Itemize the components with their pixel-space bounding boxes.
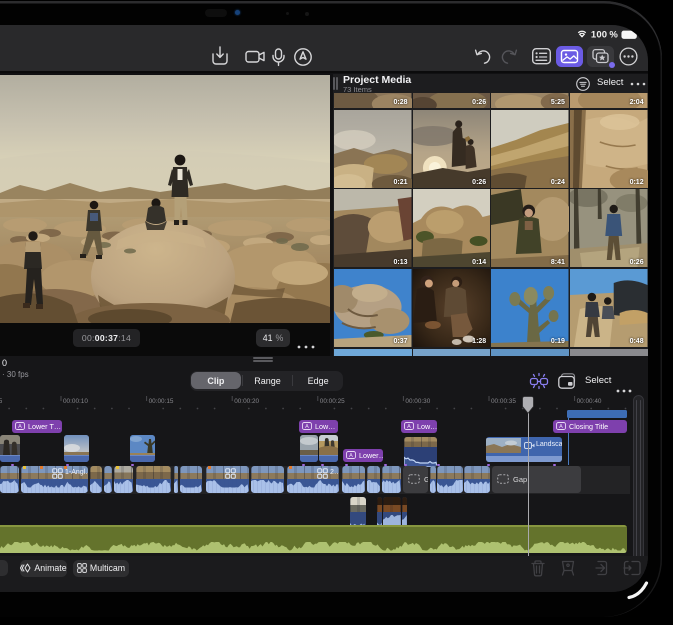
svg-text:00:00:10: 00:00:10 — [63, 398, 88, 405]
svg-text:A: A — [18, 424, 22, 430]
svg-text:00:00:15: 00:00:15 — [149, 398, 174, 405]
svg-text:00:00:05: 00:00:05 — [0, 398, 3, 405]
svg-text:A: A — [407, 424, 411, 430]
svg-text:00:00:25: 00:00:25 — [320, 398, 345, 405]
svg-text:00:00:35: 00:00:35 — [491, 398, 516, 405]
svg-text:00:00:20: 00:00:20 — [234, 398, 259, 405]
svg-text:A: A — [305, 424, 309, 430]
svg-text:A: A — [559, 424, 563, 430]
svg-text:A: A — [349, 453, 353, 459]
svg-text:00:00:30: 00:00:30 — [405, 398, 430, 405]
svg-text:00:00:40: 00:00:40 — [577, 398, 602, 405]
